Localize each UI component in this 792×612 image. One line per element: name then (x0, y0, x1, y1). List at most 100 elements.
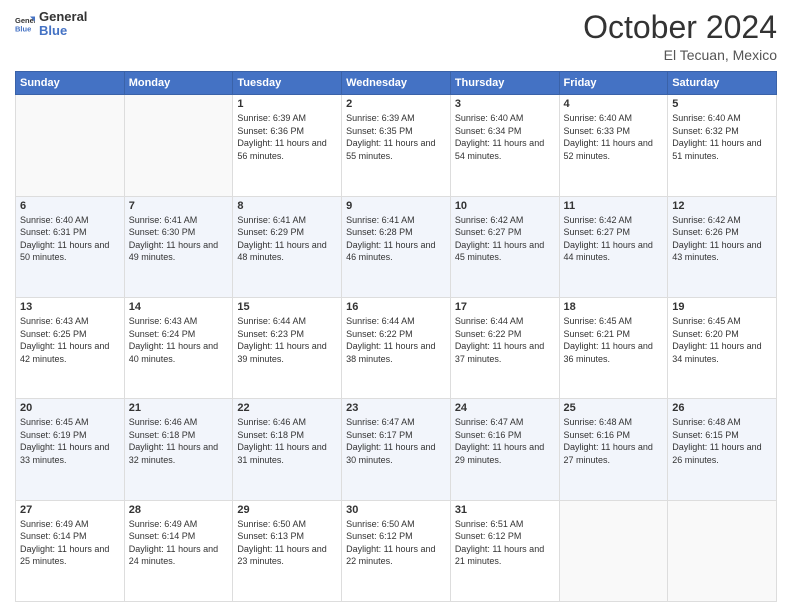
day-info: Sunrise: 6:45 AMSunset: 6:19 PMDaylight:… (20, 416, 120, 466)
day-number: 5 (672, 98, 772, 110)
calendar-cell: 27 Sunrise: 6:49 AMSunset: 6:14 PMDayligh… (16, 500, 125, 601)
logo-line2: Blue (39, 24, 87, 38)
day-info: Sunrise: 6:48 AMSunset: 6:16 PMDaylight:… (564, 416, 664, 466)
day-info: Sunrise: 6:41 AMSunset: 6:30 PMDaylight:… (129, 214, 229, 264)
day-info: Sunrise: 6:43 AMSunset: 6:24 PMDaylight:… (129, 315, 229, 365)
calendar-cell: 11 Sunrise: 6:42 AMSunset: 6:27 PMDayligh… (559, 196, 668, 297)
calendar-cell: 14Sunrise: 6:43 AMSunset: 6:24 PMDayligh… (124, 297, 233, 398)
weekday-header: Monday (124, 72, 233, 95)
day-number: 11 (564, 200, 664, 212)
calendar-cell: 22 Sunrise: 6:46 AMSunset: 6:18 PMDayligh… (233, 399, 342, 500)
day-number: 16 (346, 301, 446, 313)
day-number: 21 (129, 402, 229, 414)
calendar-cell: 12 Sunrise: 6:42 AMSunset: 6:26 PMDayligh… (668, 196, 777, 297)
day-info: Sunrise: 6:40 AMSunset: 6:33 PMDaylight:… (564, 112, 664, 162)
day-info: Sunrise: 6:41 AMSunset: 6:28 PMDaylight:… (346, 214, 446, 264)
calendar-cell: 19Sunrise: 6:45 AMSunset: 6:20 PMDayligh… (668, 297, 777, 398)
calendar-cell: 31Sunrise: 6:51 AMSunset: 6:12 PMDayligh… (450, 500, 559, 601)
day-number: 20 (20, 402, 120, 414)
day-number: 9 (346, 200, 446, 212)
weekday-header: Saturday (668, 72, 777, 95)
day-info: Sunrise: 6:46 AMSunset: 6:18 PMDaylight:… (129, 416, 229, 466)
day-number: 17 (455, 301, 555, 313)
calendar-cell: 21 Sunrise: 6:46 AMSunset: 6:18 PMDayligh… (124, 399, 233, 500)
day-number: 8 (237, 200, 337, 212)
day-number: 23 (346, 402, 446, 414)
logo-icon: General Blue (15, 14, 35, 34)
day-info: Sunrise: 6:40 AMSunset: 6:34 PMDaylight:… (455, 112, 555, 162)
day-number: 25 (564, 402, 664, 414)
weekday-header: Thursday (450, 72, 559, 95)
calendar-cell: 13Sunrise: 6:43 AMSunset: 6:25 PMDayligh… (16, 297, 125, 398)
month-title: October 2024 (583, 10, 777, 45)
day-number: 2 (346, 98, 446, 110)
header-row: SundayMondayTuesdayWednesdayThursdayFrid… (16, 72, 777, 95)
calendar-cell: 17Sunrise: 6:44 AMSunset: 6:22 PMDayligh… (450, 297, 559, 398)
location: El Tecuan, Mexico (583, 47, 777, 63)
day-info: Sunrise: 6:51 AMSunset: 6:12 PMDaylight:… (455, 518, 555, 568)
day-info: Sunrise: 6:41 AMSunset: 6:29 PMDaylight:… (237, 214, 337, 264)
day-info: Sunrise: 6:47 AMSunset: 6:17 PMDaylight:… (346, 416, 446, 466)
calendar-cell: 4Sunrise: 6:40 AMSunset: 6:33 PMDaylight… (559, 95, 668, 196)
day-info: Sunrise: 6:42 AMSunset: 6:27 PMDaylight:… (564, 214, 664, 264)
calendar-cell (124, 95, 233, 196)
calendar-cell: 2Sunrise: 6:39 AMSunset: 6:35 PMDaylight… (342, 95, 451, 196)
day-info: Sunrise: 6:43 AMSunset: 6:25 PMDaylight:… (20, 315, 120, 365)
day-info: Sunrise: 6:40 AMSunset: 6:32 PMDaylight:… (672, 112, 772, 162)
svg-text:Blue: Blue (15, 25, 31, 34)
calendar-cell (668, 500, 777, 601)
day-info: Sunrise: 6:40 AMSunset: 6:31 PMDaylight:… (20, 214, 120, 264)
calendar-cell: 10 Sunrise: 6:42 AMSunset: 6:27 PMDayligh… (450, 196, 559, 297)
calendar-cell: 5 Sunrise: 6:40 AMSunset: 6:32 PMDaylight… (668, 95, 777, 196)
calendar-cell: 23 Sunrise: 6:47 AMSunset: 6:17 PMDayligh… (342, 399, 451, 500)
calendar-cell: 30Sunrise: 6:50 AMSunset: 6:12 PMDayligh… (342, 500, 451, 601)
day-info: Sunrise: 6:49 AMSunset: 6:14 PMDaylight:… (129, 518, 229, 568)
calendar-week-row: 13Sunrise: 6:43 AMSunset: 6:25 PMDayligh… (16, 297, 777, 398)
day-number: 22 (237, 402, 337, 414)
calendar-header: SundayMondayTuesdayWednesdayThursdayFrid… (16, 72, 777, 95)
day-number: 10 (455, 200, 555, 212)
day-info: Sunrise: 6:48 AMSunset: 6:15 PMDaylight:… (672, 416, 772, 466)
calendar-cell: 28 Sunrise: 6:49 AMSunset: 6:14 PMDayligh… (124, 500, 233, 601)
day-info: Sunrise: 6:49 AMSunset: 6:14 PMDaylight:… (20, 518, 120, 568)
day-info: Sunrise: 6:42 AMSunset: 6:26 PMDaylight:… (672, 214, 772, 264)
day-number: 15 (237, 301, 337, 313)
day-info: Sunrise: 6:45 AMSunset: 6:21 PMDaylight:… (564, 315, 664, 365)
day-number: 18 (564, 301, 664, 313)
calendar-body: 1Sunrise: 6:39 AMSunset: 6:36 PMDaylight… (16, 95, 777, 602)
calendar-cell: 29Sunrise: 6:50 AMSunset: 6:13 PMDayligh… (233, 500, 342, 601)
day-number: 29 (237, 504, 337, 516)
weekday-header: Friday (559, 72, 668, 95)
calendar-cell: 6 Sunrise: 6:40 AMSunset: 6:31 PMDaylight… (16, 196, 125, 297)
calendar-cell: 7 Sunrise: 6:41 AMSunset: 6:30 PMDaylight… (124, 196, 233, 297)
day-number: 7 (129, 200, 229, 212)
day-number: 24 (455, 402, 555, 414)
weekday-header: Sunday (16, 72, 125, 95)
day-info: Sunrise: 6:44 AMSunset: 6:22 PMDaylight:… (346, 315, 446, 365)
day-info: Sunrise: 6:46 AMSunset: 6:18 PMDaylight:… (237, 416, 337, 466)
calendar-week-row: 20 Sunrise: 6:45 AMSunset: 6:19 PMDayligh… (16, 399, 777, 500)
calendar-week-row: 27 Sunrise: 6:49 AMSunset: 6:14 PMDayligh… (16, 500, 777, 601)
calendar-cell: 26Sunrise: 6:48 AMSunset: 6:15 PMDayligh… (668, 399, 777, 500)
calendar-cell (16, 95, 125, 196)
day-info: Sunrise: 6:47 AMSunset: 6:16 PMDaylight:… (455, 416, 555, 466)
logo-line1: General (39, 10, 87, 24)
page: General Blue General Blue October 2024 E… (0, 0, 792, 612)
day-number: 1 (237, 98, 337, 110)
calendar-week-row: 6 Sunrise: 6:40 AMSunset: 6:31 PMDaylight… (16, 196, 777, 297)
calendar-cell: 25 Sunrise: 6:48 AMSunset: 6:16 PMDayligh… (559, 399, 668, 500)
calendar-table: SundayMondayTuesdayWednesdayThursdayFrid… (15, 71, 777, 602)
calendar-cell: 9 Sunrise: 6:41 AMSunset: 6:28 PMDaylight… (342, 196, 451, 297)
day-info: Sunrise: 6:50 AMSunset: 6:12 PMDaylight:… (346, 518, 446, 568)
day-number: 27 (20, 504, 120, 516)
weekday-header: Tuesday (233, 72, 342, 95)
day-number: 6 (20, 200, 120, 212)
day-number: 3 (455, 98, 555, 110)
day-number: 28 (129, 504, 229, 516)
day-number: 12 (672, 200, 772, 212)
calendar-cell: 24 Sunrise: 6:47 AMSunset: 6:16 PMDayligh… (450, 399, 559, 500)
day-info: Sunrise: 6:45 AMSunset: 6:20 PMDaylight:… (672, 315, 772, 365)
day-info: Sunrise: 6:42 AMSunset: 6:27 PMDaylight:… (455, 214, 555, 264)
calendar-cell: 20 Sunrise: 6:45 AMSunset: 6:19 PMDayligh… (16, 399, 125, 500)
day-info: Sunrise: 6:44 AMSunset: 6:23 PMDaylight:… (237, 315, 337, 365)
